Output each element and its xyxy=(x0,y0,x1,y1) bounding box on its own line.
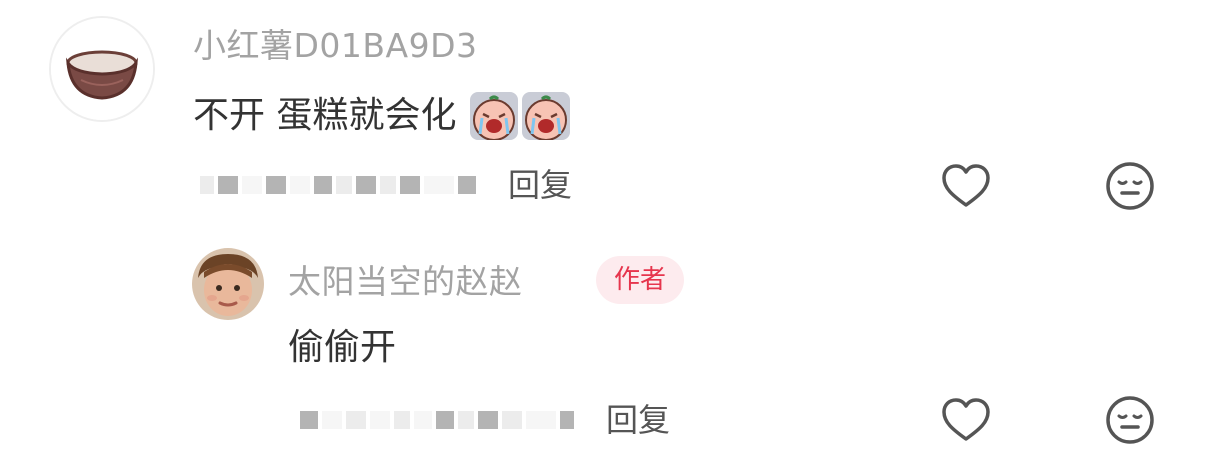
comment-item: 小红薯D01BA9D3 不开 蛋糕就会化 回复 xyxy=(0,0,1206,230)
reply-text: 偷偷开 xyxy=(288,325,396,371)
reply-meta-row: 回复 xyxy=(300,395,670,445)
heart-icon[interactable] xyxy=(938,392,994,448)
comment-text-body: 不开 蛋糕就会化 xyxy=(193,95,457,136)
reply-text-body: 偷偷开 xyxy=(288,327,397,368)
avatar[interactable] xyxy=(192,248,264,320)
reply-item: 太阳当空的赵赵 作者 偷偷开 回复 xyxy=(0,240,1206,474)
redacted-date-location xyxy=(200,176,508,194)
comment-text: 不开 蛋糕就会化 xyxy=(193,92,571,140)
comment-meta-row: 回复 xyxy=(200,160,572,210)
comment-username[interactable]: 小红薯D01BA9D3 xyxy=(193,26,478,66)
redacted-date-location xyxy=(300,411,606,429)
crying-face-emoji xyxy=(522,92,571,140)
reply-username[interactable]: 太阳当空的赵赵 xyxy=(288,262,523,302)
neutral-face-icon[interactable] xyxy=(1102,392,1158,448)
reply-button[interactable]: 回复 xyxy=(508,165,572,205)
reply-button[interactable]: 回复 xyxy=(606,400,670,440)
comment-thread: 小红薯D01BA9D3 不开 蛋糕就会化 回复 太阳当空的赵赵 作者 偷偷开 回… xyxy=(0,0,1206,474)
neutral-face-icon[interactable] xyxy=(1102,158,1158,214)
author-badge: 作者 xyxy=(596,256,685,304)
avatar[interactable] xyxy=(49,16,155,122)
heart-icon[interactable] xyxy=(938,158,994,214)
crying-face-emoji xyxy=(470,92,519,140)
